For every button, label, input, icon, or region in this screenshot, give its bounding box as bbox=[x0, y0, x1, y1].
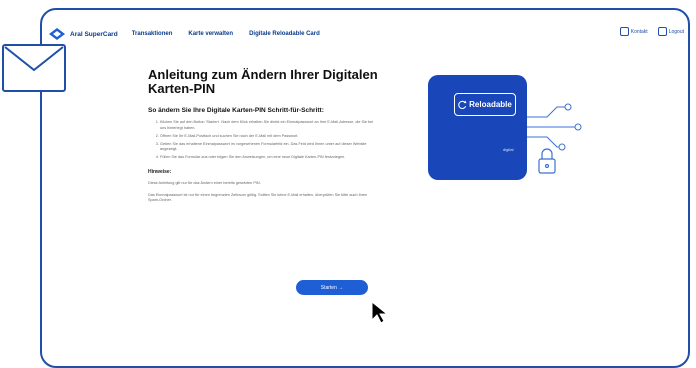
reloadable-card-image: Reloadable digital bbox=[428, 75, 527, 180]
mouse-pointer-icon bbox=[371, 300, 389, 324]
nav-right: Kontakt Logout bbox=[619, 27, 684, 36]
logout-link[interactable]: Logout bbox=[657, 27, 684, 36]
hints-heading: Hinweise: bbox=[148, 169, 172, 176]
step-item: Öffnen Sie Ihr E-Mail-Postfach und suche… bbox=[160, 134, 378, 140]
headset-icon bbox=[619, 27, 629, 36]
hint-text: Diese Anleitung gilt nur für das Ändern … bbox=[148, 181, 261, 186]
logout-icon bbox=[657, 27, 667, 36]
start-button[interactable]: Starten → bbox=[296, 280, 368, 295]
steps-heading: So ändern Sie Ihre Digitale Karten-PIN S… bbox=[148, 107, 324, 114]
nav-karte-verwalten[interactable]: Karte verwalten bbox=[188, 31, 233, 37]
hint-text: Das Einmalpasswort ist nur für einen beg… bbox=[148, 192, 368, 203]
top-nav: Aral SuperCard Transaktionen Karte verwa… bbox=[48, 24, 688, 44]
step-item: Klicken Sie auf den Button 'Starten'. Na… bbox=[160, 120, 378, 131]
steps-list: Klicken Sie auf den Button 'Starten'. Na… bbox=[148, 120, 378, 161]
reload-icon bbox=[458, 100, 467, 109]
instructions: Anleitung zum Ändern Ihrer Digitalen Kar… bbox=[148, 68, 378, 210]
page-title: Anleitung zum Ändern Ihrer Digitalen Kar… bbox=[148, 67, 378, 96]
aral-logo-icon bbox=[49, 28, 65, 40]
lock-icon bbox=[538, 148, 556, 174]
brand-name[interactable]: Aral SuperCard bbox=[70, 31, 118, 38]
card-sublabel: digital bbox=[503, 147, 514, 152]
step-item: Füllen Sie das Formular aus oder folgen … bbox=[160, 155, 378, 161]
contact-link[interactable]: Kontakt bbox=[619, 27, 648, 36]
card-label: Reloadable bbox=[454, 93, 516, 116]
nav-transaktionen[interactable]: Transaktionen bbox=[132, 31, 173, 37]
nav-digitale-card[interactable]: Digitale Reloadable Card bbox=[249, 31, 320, 37]
circuit-lines-graphic bbox=[527, 103, 582, 174]
mail-icon bbox=[2, 44, 66, 92]
step-item: Geben Sie das erhaltene Einmalpasswort i… bbox=[160, 142, 378, 153]
